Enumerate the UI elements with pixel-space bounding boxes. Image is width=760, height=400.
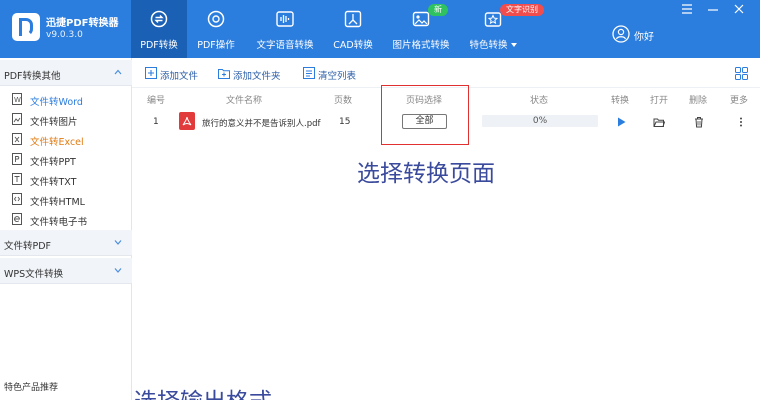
- row-index: 1: [153, 117, 159, 127]
- sidebar-item-to-txt[interactable]: 文件转TXT: [0, 169, 132, 189]
- col-convert: 转换: [611, 96, 630, 106]
- sidebar-item-label: 文件转TXT: [30, 177, 77, 188]
- close-icon[interactable]: [732, 3, 746, 15]
- convert-icon: [150, 10, 168, 28]
- col-name: 文件名称: [226, 96, 263, 106]
- user-icon: [612, 25, 630, 43]
- pdf-operate-icon: [207, 10, 225, 28]
- cad-icon: [344, 10, 362, 28]
- sidebar-item-to-word[interactable]: W 文件转Word: [0, 89, 132, 109]
- tab-label: CAD转换: [333, 40, 373, 51]
- sidebar: PDF转换其他 W 文件转Word 文件转图片 文件转Excel 文件转PPT …: [0, 58, 132, 400]
- tab-label: 文字语音转换: [256, 40, 314, 51]
- ebook-file-icon: [12, 213, 22, 225]
- app-name: 迅捷PDF转换器: [46, 18, 119, 29]
- feature-icon: [484, 12, 502, 27]
- minimize-icon[interactable]: [706, 3, 720, 15]
- progress-percent: 0%: [532, 116, 548, 126]
- tab-label: PDF操作: [197, 40, 235, 51]
- progress-bar: 0%: [482, 115, 598, 127]
- col-open: 打开: [650, 96, 669, 106]
- image-file-icon: [12, 113, 22, 125]
- sidebar-group-pdf-convert-other[interactable]: PDF转换其他: [0, 60, 132, 86]
- grid-view-icon[interactable]: [735, 67, 748, 80]
- app-logo: [12, 13, 40, 41]
- sidebar-item-label: 文件转Word: [30, 97, 83, 108]
- user-name: 你好: [634, 32, 654, 43]
- ppt-file-icon: [12, 153, 22, 165]
- audio-wave-icon: [276, 11, 294, 27]
- add-folder-label: 添加文件夹: [233, 71, 281, 82]
- html-file-icon: [12, 193, 22, 205]
- folder-open-icon[interactable]: [653, 116, 665, 128]
- chevron-down-icon: [114, 240, 122, 245]
- sidebar-group-to-pdf[interactable]: 文件转PDF: [0, 230, 132, 256]
- chevron-down-icon: [510, 43, 517, 47]
- menu-icon[interactable]: [680, 3, 694, 15]
- tab-cad[interactable]: CAD转换: [328, 0, 378, 58]
- sidebar-item-label: 文件转图片: [30, 117, 78, 128]
- sidebar-item-to-image[interactable]: 文件转图片: [0, 109, 132, 129]
- main-panel: 添加文件 添加文件夹 清空列表 编号 文件名称 页数 页码选择 状态 转换 打开…: [132, 58, 760, 400]
- col-delete: 删除: [689, 96, 708, 106]
- word-file-icon: W: [12, 93, 22, 105]
- play-icon[interactable]: [615, 116, 627, 128]
- row-pages: 15: [339, 117, 351, 127]
- sidebar-item-label: 文件转PPT: [30, 157, 76, 168]
- add-folder-icon: [218, 69, 230, 79]
- tab-label: 图片格式转换: [392, 40, 450, 51]
- sidebar-item-to-ebook[interactable]: 文件转电子书: [0, 209, 132, 229]
- annotation-select-format: 选择输出格式: [134, 382, 272, 400]
- tab-text-speech[interactable]: 文字语音转换: [253, 0, 317, 58]
- sidebar-item-to-ppt[interactable]: 文件转PPT: [0, 149, 132, 169]
- new-badge: 新: [428, 4, 448, 16]
- sidebar-item-label: 文件转电子书: [30, 217, 88, 228]
- col-index: 编号: [147, 96, 166, 106]
- annotation-select-pages: 选择转换页面: [357, 161, 495, 187]
- sidebar-item-label: 文件转HTML: [30, 197, 85, 208]
- more-options-icon[interactable]: [735, 116, 747, 128]
- sidebar-item-to-html[interactable]: 文件转HTML: [0, 189, 132, 209]
- row-file-name: 旅行的意义并不是告诉别人.pdf: [202, 119, 321, 129]
- col-pages: 页数: [334, 96, 353, 106]
- tab-label: 特色转换: [464, 37, 522, 51]
- tab-label: PDF转换: [140, 40, 178, 51]
- add-file-label: 添加文件: [160, 71, 199, 82]
- page-select-highlight: [381, 85, 469, 145]
- trash-icon[interactable]: [693, 116, 705, 128]
- sidebar-item-label: 文件转Excel: [30, 137, 84, 148]
- txt-file-icon: [12, 173, 22, 185]
- chevron-up-icon: [114, 69, 122, 75]
- pdf-file-icon: [179, 112, 195, 130]
- col-more: 更多: [730, 96, 749, 106]
- sidebar-group-wps[interactable]: WPS文件转换: [0, 258, 132, 284]
- sidebar-group-title: PDF转换其他: [4, 71, 61, 82]
- clear-list-label: 清空列表: [318, 71, 357, 82]
- clear-list-icon: [303, 67, 315, 79]
- top-bar: 迅捷PDF转换器 v9.0.3.0 PDF转换 PDF操作 文字语音转换 CAD…: [0, 0, 760, 58]
- ocr-badge: 文字识别: [500, 4, 544, 16]
- excel-file-icon: [12, 133, 22, 145]
- sidebar-group-title: WPS文件转换: [4, 269, 64, 280]
- col-status: 状态: [530, 96, 549, 106]
- image-icon: [412, 11, 430, 27]
- tab-pdf-convert[interactable]: PDF转换: [131, 0, 187, 58]
- tab-pdf-operate[interactable]: PDF操作: [189, 0, 243, 58]
- sidebar-footer-featured[interactable]: 特色产品推荐: [4, 380, 58, 393]
- sidebar-item-to-excel[interactable]: 文件转Excel: [0, 129, 132, 149]
- svg-text:W: W: [14, 96, 21, 104]
- add-file-icon: [145, 67, 157, 79]
- app-version: v9.0.3.0: [46, 30, 83, 40]
- chevron-down-icon: [114, 268, 122, 273]
- sidebar-group-title: 文件转PDF: [4, 241, 52, 252]
- toolbar: 添加文件 添加文件夹 清空列表: [132, 58, 760, 88]
